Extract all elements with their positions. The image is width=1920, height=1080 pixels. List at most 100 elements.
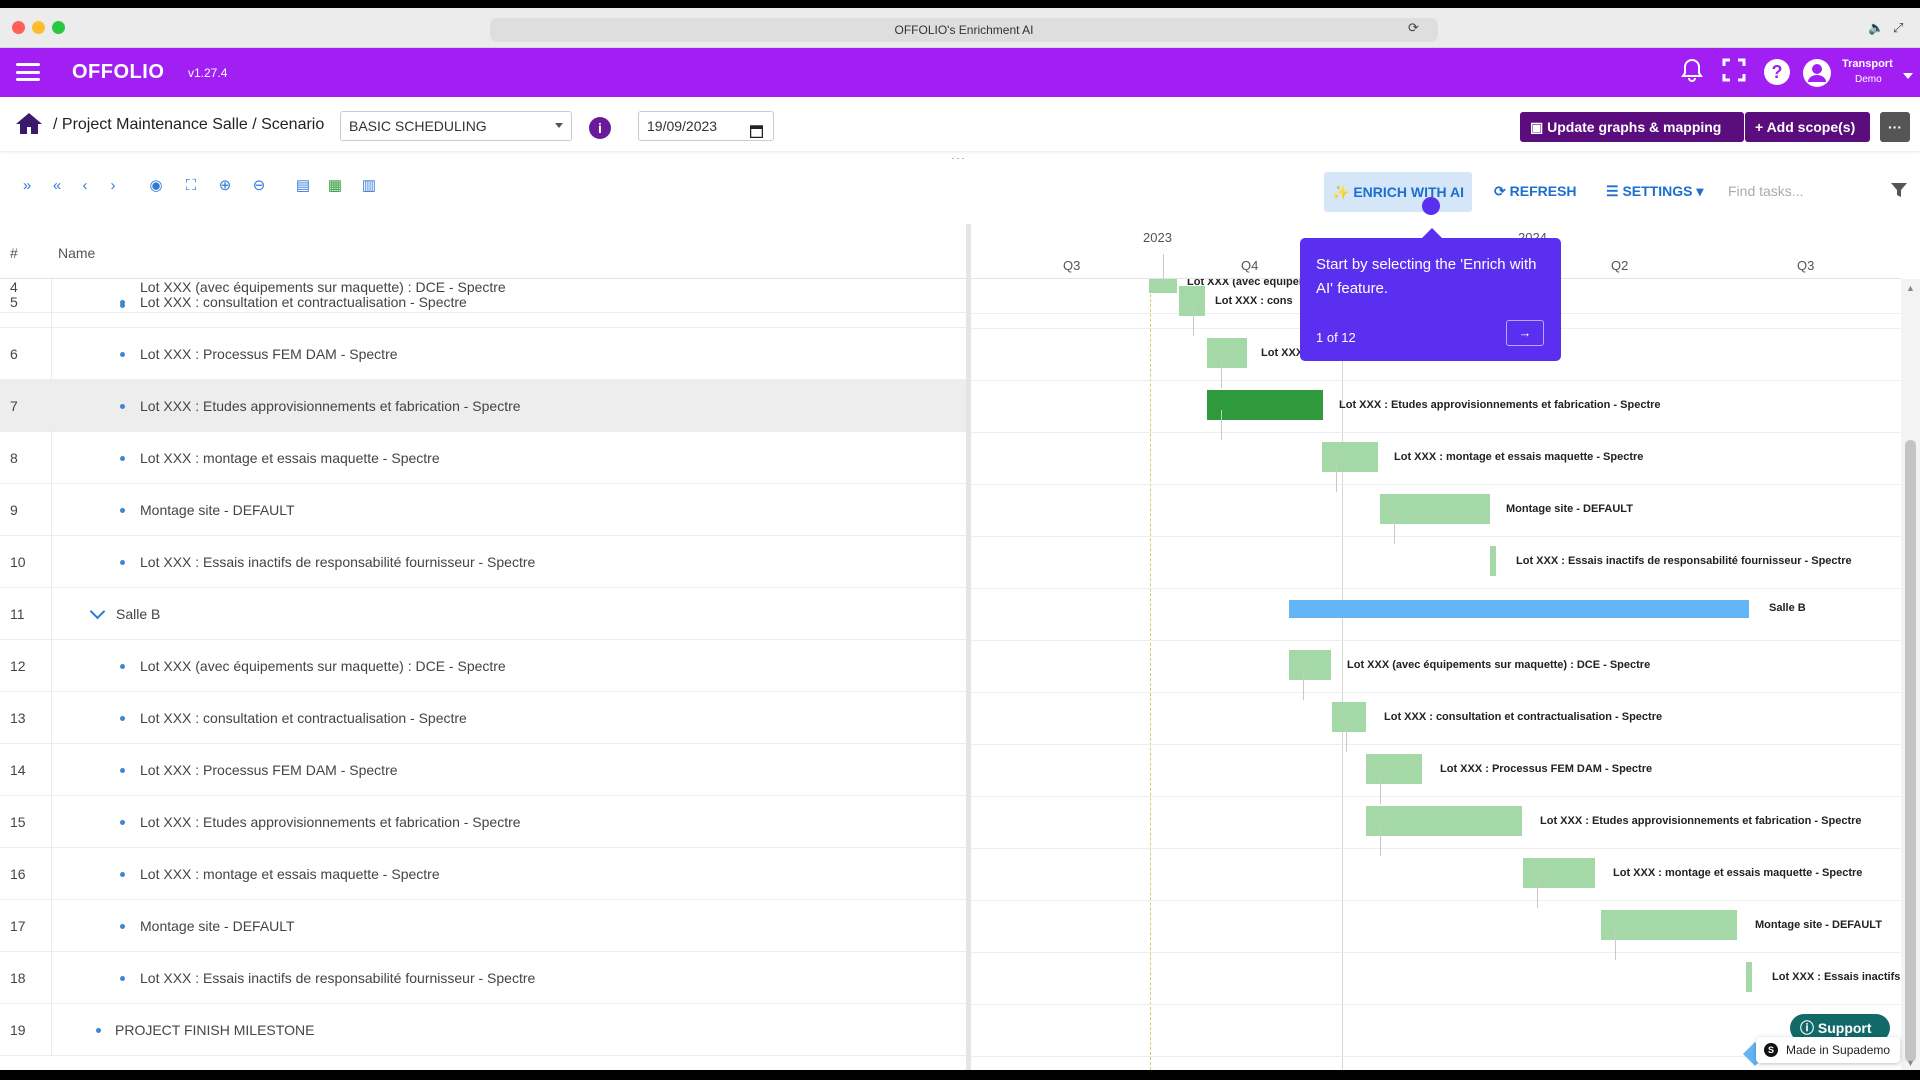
- task-bar[interactable]: [1380, 494, 1490, 524]
- task-bar-label: Lot XXX : montage et essais maquette - S…: [1394, 451, 1644, 463]
- task-name[interactable]: Salle B: [116, 606, 160, 622]
- dependency-link: [1346, 722, 1347, 752]
- col-name-header[interactable]: Name: [58, 245, 95, 261]
- task-name[interactable]: Lot XXX : montage et essais maquette - S…: [140, 450, 440, 466]
- tour-hotspot[interactable]: [1422, 197, 1440, 215]
- gantt-row-line: [971, 536, 1901, 537]
- task-name[interactable]: PROJECT FINISH MILESTONE: [115, 1022, 314, 1038]
- chevron-right-icon[interactable]: ›: [102, 175, 124, 197]
- user-avatar-icon[interactable]: [1802, 58, 1832, 88]
- zoom-in-icon[interactable]: ⊕: [214, 175, 236, 197]
- task-row[interactable]: 8 Lot XXX : montage et essais maquette - …: [0, 432, 966, 484]
- settings-button[interactable]: ☰ SETTINGS ▾: [1606, 183, 1703, 200]
- quarter-label: Q3: [1797, 258, 1815, 273]
- date-input[interactable]: 19/09/2023: [638, 111, 774, 141]
- task-row[interactable]: 12 Lot XXX (avec équipements sur maquette…: [0, 640, 966, 692]
- task-bar[interactable]: [1179, 286, 1205, 316]
- task-row[interactable]: 15 Lot XXX : Etudes approvisionnements et…: [0, 796, 966, 848]
- chevron-down-icon[interactable]: [89, 603, 106, 620]
- export-file-icon[interactable]: ▥: [358, 175, 380, 197]
- eye-icon[interactable]: ◉: [145, 175, 167, 197]
- task-bar[interactable]: [1332, 702, 1366, 732]
- task-row[interactable]: 19 PROJECT FINISH MILESTONE: [0, 1004, 966, 1056]
- task-name[interactable]: Montage site - DEFAULT: [140, 918, 295, 934]
- filter-icon[interactable]: [1890, 181, 1908, 204]
- tooltip-next-button[interactable]: →: [1506, 320, 1544, 346]
- task-bar[interactable]: [1601, 910, 1737, 940]
- scheduling-mode-select[interactable]: BASIC SCHEDULING: [340, 111, 572, 141]
- update-graphs-button[interactable]: ▣ Update graphs & mapping: [1520, 112, 1744, 142]
- user-menu-caret-icon[interactable]: [1903, 73, 1913, 79]
- task-name[interactable]: Lot XXX : consultation et contractualisa…: [140, 294, 467, 310]
- maximize-window-icon[interactable]: [52, 21, 65, 34]
- enrich-with-ai-button[interactable]: ✨ ENRICH WITH AI: [1324, 172, 1472, 212]
- task-name[interactable]: Lot XXX : consultation et contractualisa…: [140, 710, 467, 726]
- fit-to-screen-icon[interactable]: ⛶: [180, 175, 202, 197]
- collapse-all-icon[interactable]: »: [16, 175, 38, 197]
- help-icon[interactable]: ?: [1762, 58, 1792, 88]
- task-bar[interactable]: [1322, 442, 1378, 472]
- task-row[interactable]: 7 Lot XXX : Etudes approvisionnements et …: [0, 380, 966, 432]
- task-name[interactable]: Lot XXX : Processus FEM DAM - Spectre: [140, 762, 398, 778]
- summary-bar[interactable]: [1289, 600, 1749, 618]
- task-bar[interactable]: [1366, 754, 1422, 784]
- minimize-window-icon[interactable]: [32, 21, 45, 34]
- task-row[interactable]: 5 Lot XXX : consultation et contractualis…: [0, 276, 966, 328]
- scrollbar-thumb[interactable]: [1905, 440, 1916, 1062]
- refresh-button[interactable]: ⟳ REFRESH: [1494, 183, 1577, 200]
- task-row[interactable]: 13 Lot XXX : consultation et contractuali…: [0, 692, 966, 744]
- expand-all-icon[interactable]: «: [46, 175, 68, 197]
- task-bar[interactable]: [1207, 390, 1323, 420]
- task-bar[interactable]: [1490, 546, 1496, 576]
- task-bar[interactable]: [1366, 806, 1522, 836]
- task-bar[interactable]: [1746, 962, 1752, 992]
- more-options-button[interactable]: ···: [1880, 112, 1910, 142]
- volume-icon[interactable]: 🔈: [1868, 20, 1884, 36]
- export-pdf-icon[interactable]: ▤: [292, 175, 314, 197]
- add-scope-button[interactable]: + Add scope(s): [1745, 112, 1870, 142]
- task-name[interactable]: Lot XXX : Essais inactifs de responsabil…: [140, 970, 535, 986]
- menu-icon[interactable]: [16, 63, 40, 81]
- col-number-header[interactable]: #: [10, 245, 18, 261]
- home-icon[interactable]: [15, 111, 43, 140]
- task-name[interactable]: Lot XXX : Essais inactifs de responsabil…: [140, 554, 535, 570]
- zoom-out-icon[interactable]: ⊖: [248, 175, 270, 197]
- task-name[interactable]: Lot XXX : Etudes approvisionnements et f…: [140, 814, 521, 830]
- scroll-down-icon[interactable]: ▼: [1906, 1058, 1915, 1068]
- made-in-supademo-badge[interactable]: S Made in Supademo: [1756, 1037, 1900, 1063]
- task-name[interactable]: Lot XXX : Processus FEM DAM - Spectre: [140, 346, 398, 362]
- expand-icon[interactable]: ⤢: [1893, 20, 1903, 36]
- task-bar[interactable]: [1523, 858, 1595, 888]
- task-row[interactable]: 10 Lot XXX : Essais inactifs de responsab…: [0, 536, 966, 588]
- task-bar[interactable]: [1207, 338, 1247, 368]
- version-label: v1.27.4: [188, 66, 228, 80]
- task-name[interactable]: Montage site - DEFAULT: [140, 502, 295, 518]
- task-row[interactable]: 16 Lot XXX : montage et essais maquette -…: [0, 848, 966, 900]
- bullet-icon: [96, 1028, 101, 1033]
- task-bar[interactable]: [1289, 650, 1331, 680]
- breadcrumb[interactable]: / Project Maintenance Salle / Scenario: [53, 116, 324, 134]
- task-name[interactable]: Lot XXX : montage et essais maquette - S…: [140, 866, 440, 882]
- task-row[interactable]: 11 Salle B: [0, 588, 966, 640]
- bell-icon[interactable]: [1677, 58, 1707, 88]
- quarter-label: Q2: [1611, 258, 1629, 273]
- close-window-icon[interactable]: [12, 21, 25, 34]
- info-icon[interactable]: i: [589, 117, 611, 139]
- scroll-up-icon[interactable]: ▲: [1906, 283, 1915, 293]
- user-name[interactable]: Transport: [1842, 58, 1893, 70]
- column-divider: [51, 484, 52, 536]
- calendar-icon[interactable]: [749, 119, 764, 147]
- task-row[interactable]: 6 Lot XXX : Processus FEM DAM - Spectre: [0, 328, 966, 380]
- task-name[interactable]: Lot XXX (avec équipements sur maquette) …: [140, 658, 506, 674]
- export-excel-icon[interactable]: ▦: [324, 175, 346, 197]
- chevron-left-icon[interactable]: ‹: [74, 175, 96, 197]
- fullscreen-icon[interactable]: [1719, 58, 1749, 88]
- task-name[interactable]: Lot XXX : Etudes approvisionnements et f…: [140, 398, 521, 414]
- sparkle-icon: ✨: [1331, 184, 1350, 200]
- task-row[interactable]: 17 Montage site - DEFAULT: [0, 900, 966, 952]
- find-tasks-input[interactable]: Find tasks...: [1728, 183, 1803, 199]
- task-row[interactable]: 18 Lot XXX : Essais inactifs de responsab…: [0, 952, 966, 1004]
- reload-icon[interactable]: ⟳: [1408, 20, 1419, 36]
- task-row[interactable]: 9 Montage site - DEFAULT: [0, 484, 966, 536]
- task-row[interactable]: 14 Lot XXX : Processus FEM DAM - Spectre: [0, 744, 966, 796]
